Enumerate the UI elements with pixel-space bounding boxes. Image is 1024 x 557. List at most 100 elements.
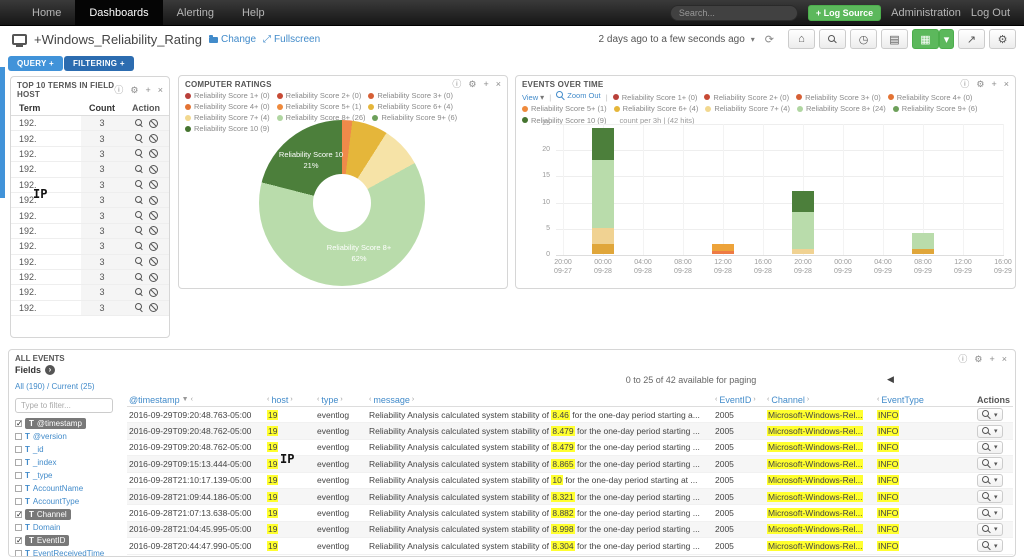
field-filter-input[interactable] [15,398,113,413]
gear-icon[interactable]: ⚙ [976,80,984,89]
column-header-type[interactable]: ‹ type › [317,395,369,405]
zoom-out-button[interactable]: Zoom Out [556,90,601,101]
stacked-bar[interactable] [712,243,734,254]
row-actions-button[interactable]: ▾ [977,408,1003,422]
gear-icon[interactable]: ⚙ [468,80,476,89]
term-row[interactable]: 192. 3 [11,285,169,301]
term-row[interactable]: 192. 3 [11,269,169,286]
legend-item-reliability-score-2-0[interactable]: Reliability Score 2+ (0) [704,92,789,103]
exclude-term-icon[interactable] [148,287,158,297]
column-header-channel[interactable]: ‹ Channel › [767,395,877,405]
legend-item-reliability-score-4-0[interactable]: Reliability Score 4+ (0) [185,102,270,112]
row-actions-button[interactable]: ▾ [977,506,1003,520]
term-row[interactable]: 192. 3 [11,208,169,224]
event-row[interactable]: 2016-09-29T09:20:48.762-05:00 19 eventlog R… [127,440,1013,457]
event-row[interactable]: 2016-09-28T21:04:45.995-05:00 19 eventlog R… [127,521,1013,539]
search-term-icon[interactable] [134,211,144,220]
field-checkbox[interactable] [15,446,22,453]
legend-item-reliability-score-5-1[interactable]: Reliability Score 5+ (1) [522,103,607,114]
column-header-actions[interactable]: Actions [977,395,1013,405]
time-range-picker[interactable]: 2 days ago to a few seconds ago [599,34,745,45]
save-dashboard-button-menu[interactable]: ▾ [939,29,954,49]
close-icon[interactable]: × [1002,355,1007,364]
search-input[interactable] [669,4,798,21]
exclude-term-icon[interactable] [148,241,158,251]
nav-item-help[interactable]: Help [228,0,279,25]
field-item-timestamp[interactable]: T@timestamp [15,418,125,429]
field-item-accountname[interactable]: T AccountName [15,483,125,494]
ratings-donut-chart[interactable]: Reliability Score 10 21% Reliability Sco… [259,120,425,286]
row-actions-button[interactable]: ▾ [977,539,1003,553]
field-item-accounttype[interactable]: T AccountType [15,496,125,507]
row-actions-button[interactable]: ▾ [977,424,1003,438]
term-column-header[interactable]: Term [11,103,81,113]
event-row[interactable]: 2016-09-28T21:07:13.638-05:00 19 eventlog R… [127,505,1013,522]
change-dashboard-link[interactable]: Change [209,34,256,45]
search-term-icon[interactable] [134,257,144,266]
events-bar-chart[interactable] [556,124,1004,256]
term-row[interactable]: 192. 3 [11,223,169,240]
exclude-term-icon[interactable] [148,164,158,174]
legend-item-reliability-score-6-4[interactable]: Reliability Score 6+ (4) [368,102,453,112]
search-term-icon[interactable] [134,149,144,158]
event-row[interactable]: 2016-09-29T09:20:48.762-05:00 19 eventlog R… [127,423,1013,440]
legend-item-reliability-score-1-0[interactable]: Reliability Score 1+ (0) [612,92,697,103]
search-term-icon[interactable] [134,118,144,128]
event-row[interactable]: 2016-09-29T09:15:13.444-05:00 19 eventlog R… [127,456,1013,473]
field-checkbox[interactable] [15,472,22,479]
search-term-icon[interactable] [134,195,144,205]
event-row[interactable]: 2016-09-29T09:20:48.763-05:00 19 eventlog R… [127,407,1013,424]
share-button[interactable]: ↗ [958,29,985,49]
exclude-term-icon[interactable] [148,303,158,313]
column-header-host[interactable]: ‹ host › [267,395,317,405]
filtering-panel-button[interactable]: FILTERING + [64,56,134,71]
configure-button[interactable]: ⚙ [989,29,1016,49]
nav-item-administration[interactable]: Administration [891,7,961,19]
row-actions-button[interactable]: ▾ [977,490,1003,504]
term-row[interactable]: 192. 3 [11,300,169,317]
term-row[interactable]: 192. 3 [11,239,169,255]
column-header-eventtype[interactable]: ‹ EventType [877,395,977,405]
nav-item-log-out[interactable]: Log Out [971,7,1010,19]
all-fields-link[interactable]: All (190) [15,382,45,391]
field-item-domain[interactable]: T Domain [15,522,125,533]
legend-item-reliability-score-8-24[interactable]: Reliability Score 8+ (24) [796,103,886,114]
load-dashboard-button[interactable]: ▤ [881,29,908,49]
column-header-eventid[interactable]: ‹ EventID › [715,395,767,405]
stacked-bar[interactable] [912,233,934,254]
field-item-id[interactable]: T _id [15,444,125,455]
row-actions-button[interactable]: ▾ [977,457,1003,471]
gear-icon[interactable]: ⚙ [130,85,138,95]
field-item-type[interactable]: T _type [15,470,125,481]
field-checkbox[interactable] [15,536,23,545]
fields-toggle-icon[interactable]: › [45,365,56,375]
column-header-message[interactable]: ‹ message › [369,395,715,405]
exclude-term-icon[interactable] [148,118,158,128]
refresh-icon[interactable]: ⟳ [765,33,774,46]
field-checkbox[interactable] [15,498,22,505]
search-term-icon[interactable] [134,164,144,174]
exclude-term-icon[interactable] [148,195,158,205]
field-item-version[interactable]: T @version [15,431,125,442]
row-actions-button[interactable]: ▾ [977,473,1003,487]
field-checkbox[interactable] [15,433,22,440]
field-checkbox[interactable] [15,485,22,492]
close-icon[interactable]: × [496,80,501,89]
add-log-source-button[interactable]: + Log Source [807,4,882,21]
exclude-term-icon[interactable] [148,226,158,236]
nav-item-dashboards[interactable]: Dashboards [75,0,163,25]
save-dashboard-button[interactable]: ▦ [912,29,939,49]
search-term-icon[interactable] [134,226,144,235]
history-button[interactable]: ◷ [850,29,877,49]
field-checkbox[interactable] [15,419,23,428]
row-actions-button[interactable]: ▾ [977,522,1003,536]
search-term-icon[interactable] [134,287,144,297]
field-item-index[interactable]: T _index [15,457,125,468]
row-actions-button[interactable]: ▾ [977,440,1003,454]
event-row[interactable]: 2016-09-28T21:09:44.186-05:00 19 eventlog R… [127,488,1013,506]
search-term-icon[interactable] [134,134,144,143]
collapsed-panel-strip[interactable] [0,67,5,198]
term-row[interactable]: 192. 3 [11,116,169,132]
search-term-icon[interactable] [134,303,144,312]
search-term-icon[interactable] [134,272,144,282]
